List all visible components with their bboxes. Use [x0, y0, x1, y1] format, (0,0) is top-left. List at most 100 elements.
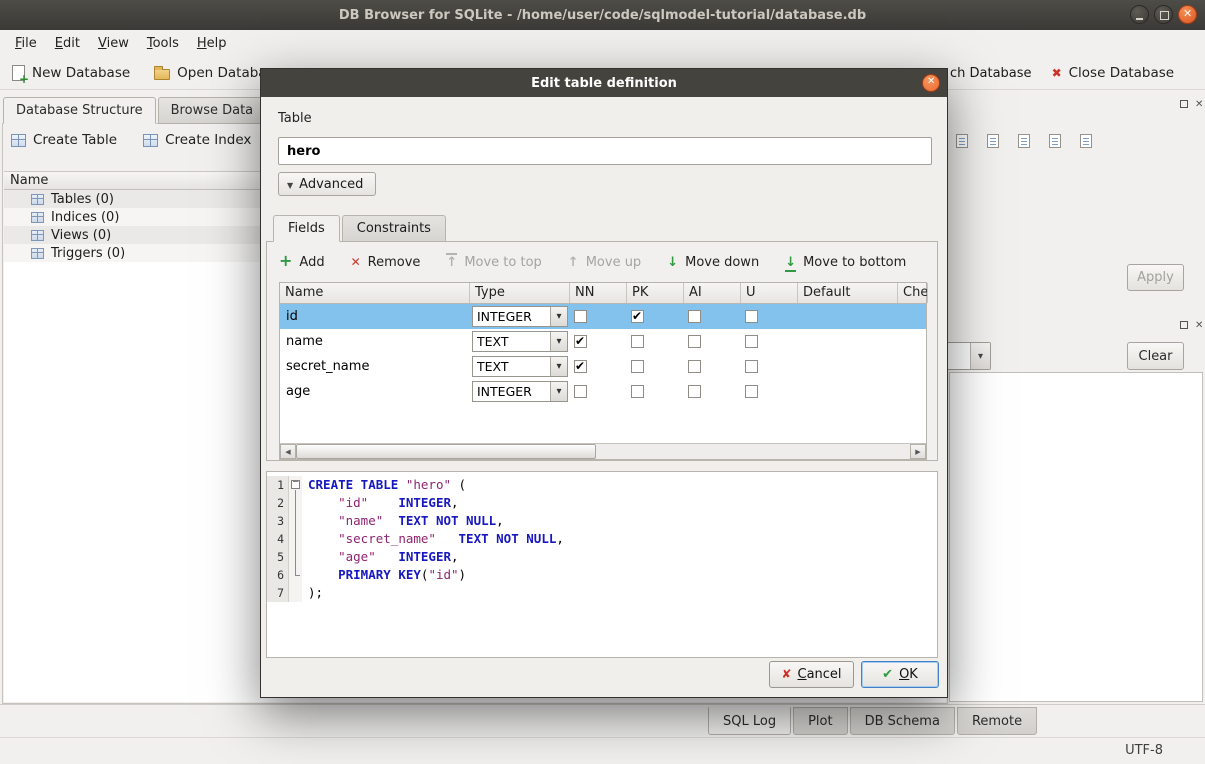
- u-checkbox[interactable]: [745, 310, 758, 323]
- ai-checkbox[interactable]: [688, 310, 701, 323]
- attach-database-label-partial[interactable]: ch Database: [950, 66, 1032, 81]
- close-dock-icon[interactable]: [1195, 317, 1203, 332]
- add-button[interactable]: Add: [279, 254, 325, 270]
- cell-tool-button[interactable]: [951, 129, 973, 153]
- remove-button[interactable]: Remove: [351, 255, 421, 270]
- create-index-button[interactable]: Create Index: [143, 132, 251, 148]
- field-row-name[interactable]: nameTEXT: [280, 329, 926, 354]
- column-header-type[interactable]: Type: [470, 283, 570, 303]
- cancel-button[interactable]: Cancel: [769, 661, 854, 688]
- close-dock-icon[interactable]: [1195, 96, 1203, 111]
- window-titlebar[interactable]: DB Browser for SQLite - /home/user/code/…: [0, 0, 1205, 30]
- field-row-id[interactable]: idINTEGER: [280, 304, 926, 329]
- u-checkbox[interactable]: [745, 360, 758, 373]
- type-value: INTEGER: [473, 382, 550, 401]
- create-index-icon: [143, 134, 158, 147]
- cell-tool-button[interactable]: [982, 129, 1004, 153]
- chevron-down-icon[interactable]: [550, 332, 567, 351]
- column-header-pk[interactable]: PK: [627, 283, 684, 303]
- window-controls: [1130, 5, 1197, 24]
- create-table-button[interactable]: Create Table: [11, 132, 117, 148]
- chevron-down-icon[interactable]: [550, 382, 567, 401]
- field-u-cell: [741, 354, 798, 379]
- minimize-button[interactable]: [1130, 5, 1149, 24]
- column-header-che[interactable]: Che: [898, 283, 928, 303]
- field-row-age[interactable]: ageINTEGER: [280, 379, 926, 404]
- column-header-nn[interactable]: NN: [570, 283, 627, 303]
- ok-button[interactable]: OK: [861, 661, 939, 688]
- tab-fields[interactable]: Fields: [273, 215, 340, 242]
- nn-checkbox[interactable]: [574, 335, 587, 348]
- maximize-button[interactable]: [1154, 5, 1173, 24]
- fields-toolbar: AddRemoveMove to topMove upMove downMove…: [279, 248, 906, 276]
- apply-button[interactable]: Apply: [1127, 264, 1184, 291]
- field-row-secret-name[interactable]: secret_nameTEXT: [280, 354, 926, 379]
- type-combobox[interactable]: INTEGER: [472, 381, 568, 402]
- grid-body: idINTEGERnameTEXTsecret_nameTEXTageINTEG…: [280, 304, 926, 443]
- menu-edit[interactable]: Edit: [46, 33, 89, 54]
- pk-checkbox[interactable]: [631, 310, 644, 323]
- move-down-button[interactable]: Move down: [667, 255, 759, 270]
- type-combobox[interactable]: TEXT: [472, 356, 568, 377]
- scroll-right-icon[interactable]: [910, 444, 926, 459]
- fold-collapse-icon[interactable]: [291, 480, 300, 489]
- open-database-icon: [154, 69, 170, 80]
- ai-checkbox[interactable]: [688, 335, 701, 348]
- menu-view[interactable]: View: [89, 33, 138, 54]
- cell-tool-button[interactable]: [1013, 129, 1035, 153]
- column-header-default[interactable]: Default: [798, 283, 898, 303]
- tab-database-structure[interactable]: Database Structure: [3, 97, 156, 124]
- nn-checkbox[interactable]: [574, 360, 587, 373]
- sql-preview-editor[interactable]: 1CREATE TABLE "hero" (2 "id" INTEGER,3 "…: [266, 471, 938, 658]
- pk-checkbox[interactable]: [631, 385, 644, 398]
- table-name-input[interactable]: [278, 137, 932, 165]
- sql-line: 5 "age" INTEGER,: [267, 548, 937, 566]
- sql-log-view[interactable]: [949, 372, 1203, 702]
- ai-checkbox[interactable]: [688, 360, 701, 373]
- clear-button[interactable]: Clear: [1127, 342, 1184, 370]
- type-combobox[interactable]: TEXT: [472, 331, 568, 352]
- menu-help[interactable]: Help: [188, 33, 236, 54]
- float-dock-icon[interactable]: [1180, 321, 1188, 329]
- cell-tool-button[interactable]: [1075, 129, 1097, 153]
- bottom-tab-bar: SQL LogPlotDB SchemaRemote: [708, 707, 1039, 735]
- scrollbar-thumb[interactable]: [296, 444, 596, 459]
- close-database-button[interactable]: Close Database: [1052, 65, 1175, 81]
- column-header-ai[interactable]: AI: [684, 283, 741, 303]
- ok-check-icon: [882, 667, 893, 682]
- tab-sql-log[interactable]: SQL Log: [708, 707, 791, 735]
- tab-remote[interactable]: Remote: [957, 707, 1037, 735]
- menu-tools[interactable]: Tools: [138, 33, 188, 54]
- column-header-u[interactable]: U: [741, 283, 798, 303]
- nn-checkbox[interactable]: [574, 385, 587, 398]
- advanced-toggle-button[interactable]: Advanced: [278, 172, 376, 196]
- encoding-indicator[interactable]: UTF-8: [1125, 743, 1163, 758]
- float-dock-icon[interactable]: [1180, 100, 1188, 108]
- chevron-down-icon[interactable]: [550, 357, 567, 376]
- dialog-close-button[interactable]: [922, 74, 940, 92]
- pk-checkbox[interactable]: [631, 360, 644, 373]
- u-checkbox[interactable]: [745, 335, 758, 348]
- ai-checkbox[interactable]: [688, 385, 701, 398]
- nn-checkbox[interactable]: [574, 310, 587, 323]
- tab-db-schema[interactable]: DB Schema: [850, 707, 955, 735]
- move-to-bottom-button[interactable]: Move to bottom: [785, 255, 906, 270]
- cell-tool-button[interactable]: [1044, 129, 1066, 153]
- column-header-name[interactable]: Name: [280, 283, 470, 303]
- scroll-left-icon[interactable]: [280, 444, 296, 459]
- u-checkbox[interactable]: [745, 385, 758, 398]
- tab-plot[interactable]: Plot: [793, 707, 848, 735]
- close-window-button[interactable]: [1178, 5, 1197, 24]
- window-title: DB Browser for SQLite - /home/user/code/…: [339, 8, 866, 23]
- dialog-titlebar[interactable]: Edit table definition: [261, 69, 947, 97]
- sql-line: 2 "id" INTEGER,: [267, 494, 937, 512]
- chevron-down-icon[interactable]: [550, 307, 567, 326]
- horizontal-scrollbar[interactable]: [280, 443, 926, 459]
- tab-browse-data[interactable]: Browse Data: [158, 97, 267, 124]
- field-name-cell: id: [280, 304, 470, 329]
- new-database-button[interactable]: New Database: [12, 65, 130, 81]
- tab-constraints[interactable]: Constraints: [342, 215, 446, 242]
- type-combobox[interactable]: INTEGER: [472, 306, 568, 327]
- pk-checkbox[interactable]: [631, 335, 644, 348]
- menu-file[interactable]: File: [6, 33, 46, 54]
